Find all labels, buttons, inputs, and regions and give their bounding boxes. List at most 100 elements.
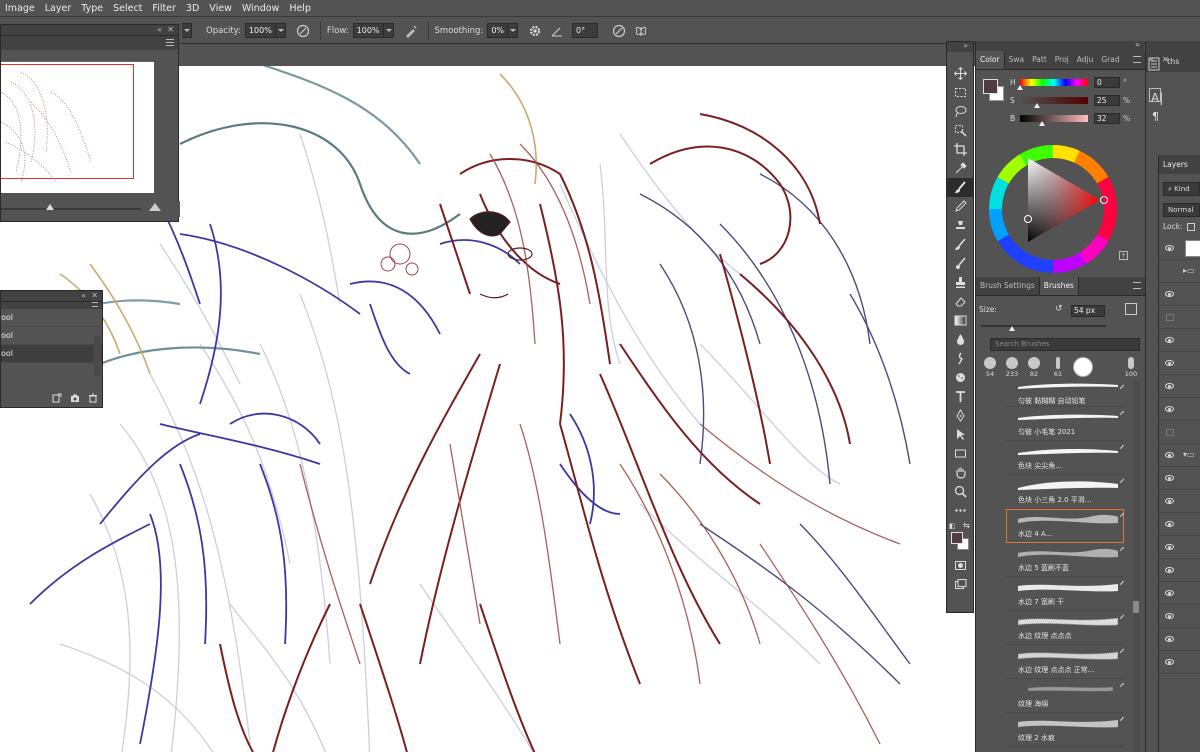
- pressure-opacity-icon[interactable]: [296, 24, 310, 38]
- eye-icon[interactable]: [1165, 613, 1174, 619]
- eye-icon[interactable]: [1165, 383, 1174, 389]
- brightness-slider[interactable]: [1020, 115, 1088, 126]
- paths-tab-label[interactable]: ths: [1167, 57, 1179, 66]
- navigator-view-box[interactable]: [1, 64, 134, 179]
- menu-type[interactable]: Type: [76, 0, 108, 17]
- eye-icon[interactable]: [1165, 406, 1174, 412]
- size-field[interactable]: 54 px: [1071, 305, 1105, 317]
- menu-window[interactable]: Window: [237, 0, 284, 17]
- pressure-size-icon[interactable]: [612, 24, 626, 38]
- layer-row[interactable]: [1159, 283, 1200, 306]
- tab-brush-settings[interactable]: Brush Settings: [976, 277, 1039, 295]
- layer-row[interactable]: [1159, 467, 1200, 490]
- brush-item[interactable]: 色块 尖尖角...: [1006, 441, 1125, 475]
- menu-3d[interactable]: 3D: [181, 0, 204, 17]
- brush-tool[interactable]: [947, 178, 973, 197]
- close-icon[interactable]: ✕: [167, 25, 174, 35]
- smoothing-dropdown[interactable]: [508, 23, 519, 38]
- brush-edit-icon[interactable]: [1116, 543, 1125, 552]
- panel-menu-icon[interactable]: [1133, 56, 1141, 63]
- flow-field[interactable]: 100%: [352, 23, 384, 38]
- new-brush-icon[interactable]: [1125, 303, 1137, 315]
- crop-tool[interactable]: [947, 140, 973, 159]
- tab-adjustments[interactable]: Adju: [1073, 51, 1098, 69]
- rectangle-tool[interactable]: [947, 444, 973, 463]
- swap-colors-icon[interactable]: ⇆: [963, 521, 970, 530]
- eye-icon[interactable]: [1165, 659, 1174, 665]
- layer-row[interactable]: [1159, 582, 1200, 605]
- reset-size-icon[interactable]: ↺: [1055, 304, 1063, 314]
- eye-icon[interactable]: [1165, 360, 1174, 366]
- zoom-slider-knob[interactable]: [46, 204, 54, 210]
- menu-select[interactable]: Select: [108, 0, 147, 17]
- symmetry-butterfly-icon[interactable]: [634, 24, 648, 38]
- brush-item[interactable]: 水边 7 宽刷 干: [1006, 577, 1125, 611]
- trash-icon[interactable]: [88, 393, 98, 403]
- eye-icon[interactable]: [1165, 337, 1174, 343]
- brush-item[interactable]: 纹理 2 水痕: [1006, 713, 1125, 747]
- layer-row[interactable]: [1159, 628, 1200, 651]
- hue-slider-thumb[interactable]: [1017, 85, 1023, 90]
- paths-icon[interactable]: [1148, 55, 1160, 73]
- gradient-tool[interactable]: [947, 311, 973, 330]
- brush-edit-icon[interactable]: [1116, 611, 1125, 620]
- brush-item[interactable]: 匀彼 小毛笔 2021: [1006, 407, 1125, 441]
- brush-item[interactable]: 纹理 海绵: [1006, 679, 1125, 713]
- camera-icon[interactable]: [70, 393, 80, 403]
- menu-help[interactable]: Help: [284, 0, 316, 17]
- flow-dropdown[interactable]: [383, 23, 394, 38]
- eye-icon[interactable]: [1165, 567, 1174, 573]
- recent-brush[interactable]: 61: [1047, 356, 1069, 382]
- brightness-field[interactable]: 32: [1094, 113, 1120, 124]
- more-tools[interactable]: [947, 501, 973, 520]
- expand-panel-icon[interactable]: +: [1119, 251, 1128, 260]
- eye-icon[interactable]: [1165, 291, 1174, 297]
- brightness-slider-thumb[interactable]: [1039, 121, 1045, 126]
- brush-edit-icon[interactable]: [1116, 407, 1125, 416]
- visibility-box[interactable]: [1166, 314, 1174, 321]
- expand-icon[interactable]: »: [963, 41, 968, 50]
- size-slider-knob[interactable]: [1009, 326, 1015, 331]
- saturation-field[interactable]: 25: [1094, 95, 1120, 106]
- history-item[interactable]: ool: [1, 309, 102, 327]
- layer-row[interactable]: [1159, 605, 1200, 628]
- eye-icon[interactable]: [1165, 521, 1174, 527]
- brush-item[interactable]: 水边 纹理 点点点 正常...: [1006, 645, 1125, 679]
- recent-brush[interactable]: 100: [1120, 356, 1142, 382]
- panel-menu-icon[interactable]: [1133, 282, 1141, 289]
- eye-icon[interactable]: [1165, 452, 1174, 458]
- pen-tool[interactable]: [947, 406, 973, 425]
- color-wheel[interactable]: [988, 144, 1118, 274]
- close-icon[interactable]: ✕: [91, 291, 98, 301]
- recent-brush[interactable]: 54: [979, 356, 1001, 382]
- layer-row[interactable]: [1159, 237, 1200, 260]
- menu-image[interactable]: Image: [0, 0, 40, 17]
- quick-mask-tool[interactable]: [947, 556, 973, 575]
- menu-view[interactable]: View: [204, 0, 237, 17]
- foreground-color-swatch[interactable]: [983, 79, 998, 94]
- history-item-selected[interactable]: ool: [1, 345, 102, 363]
- layer-row[interactable]: [1159, 306, 1200, 329]
- size-slider-track[interactable]: [981, 325, 1106, 327]
- smudge-tool[interactable]: [947, 349, 973, 368]
- foreground-color-swatch[interactable]: [951, 532, 963, 544]
- brush-preset-dropdown[interactable]: [182, 23, 192, 38]
- dodge-tool[interactable]: [947, 368, 973, 387]
- panel-menu-icon[interactable]: [166, 39, 174, 46]
- panel-menu-icon[interactable]: [92, 302, 98, 307]
- brush-item[interactable]: 水边 纹理 点点点: [1006, 611, 1125, 645]
- brush-edit-icon[interactable]: [1116, 475, 1125, 484]
- tab-patterns[interactable]: Patt: [1028, 51, 1051, 69]
- tab-brushes[interactable]: Brushes: [1038, 277, 1079, 295]
- layer-row[interactable]: [1159, 490, 1200, 513]
- layer-row[interactable]: [1159, 559, 1200, 582]
- hue-slider[interactable]: [1017, 79, 1088, 90]
- eye-icon[interactable]: [1165, 590, 1174, 596]
- tab-swatches[interactable]: Swa: [1005, 51, 1029, 69]
- gear-icon[interactable]: [528, 24, 542, 38]
- eyedropper-tool[interactable]: [947, 159, 973, 178]
- move-tool[interactable]: [947, 64, 973, 83]
- brush-item[interactable]: 水边 5 蓝刷不蓝: [1006, 543, 1125, 577]
- mixer-brush-tool[interactable]: [947, 254, 973, 273]
- tab-layers[interactable]: Layers: [1159, 155, 1200, 174]
